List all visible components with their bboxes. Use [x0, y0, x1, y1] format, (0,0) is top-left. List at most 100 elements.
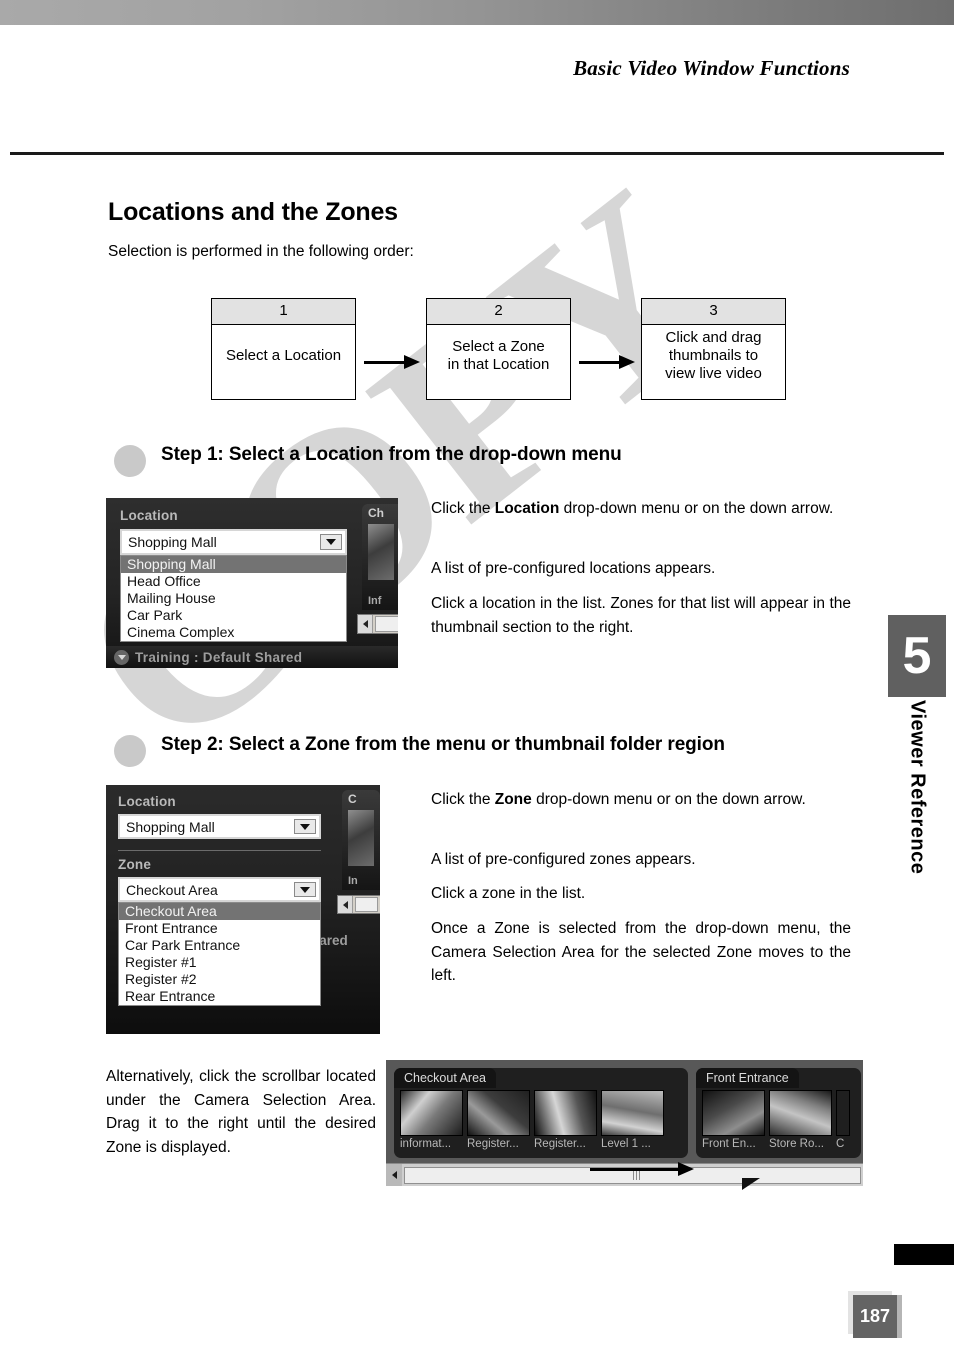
camera-name: Register... — [467, 1138, 519, 1150]
camera-thumbnail[interactable] — [348, 810, 374, 866]
zone-folder-front-entrance[interactable]: Front Entrance Front En... Store Ro... C — [696, 1068, 861, 1158]
flow-box-3-number: 3 — [642, 299, 785, 325]
location-combobox[interactable]: Shopping Mall — [120, 529, 347, 555]
selection-order-flow-diagram: 1 Select a Location 2 Select a Zone in th… — [211, 298, 786, 402]
camera-thumbnail-image[interactable] — [702, 1090, 765, 1136]
zone-option-1[interactable]: Front Entrance — [119, 920, 320, 937]
camera-selection-panel: Ch Inf — [362, 504, 398, 610]
scrollbar-thumb[interactable] — [355, 897, 378, 912]
section-divider — [118, 850, 321, 851]
flow-box-3: 3 Click and drag thumbnails to view live v… — [641, 298, 786, 400]
zone-option-0[interactable]: Checkout Area — [119, 903, 320, 920]
camera-thumbnail-image[interactable] — [467, 1090, 530, 1136]
page-number: 187 — [853, 1295, 897, 1338]
step2-p1-pre: Click the — [431, 791, 495, 808]
location-option-2[interactable]: Mailing House — [121, 590, 346, 607]
step1-p1-post: drop-down menu or on the down arrow. — [559, 500, 834, 517]
step1-paragraph-1: Click the Location drop-down menu or on … — [431, 497, 851, 521]
location-option-3[interactable]: Car Park — [121, 607, 346, 624]
camera-item[interactable]: Front En... — [702, 1090, 765, 1152]
chapter-number-tab: 5 — [888, 615, 946, 697]
flow-box-1: 1 Select a Location — [211, 298, 356, 400]
camera-name: Front En... — [702, 1138, 756, 1150]
camera-item[interactable]: Level 1 ... — [601, 1090, 664, 1152]
drag-direction-arrow — [590, 1162, 700, 1176]
zone-option-2[interactable]: Car Park Entrance — [119, 937, 320, 954]
location-combobox-2-value: Shopping Mall — [126, 818, 215, 835]
camera-item[interactable]: Store Ro... — [769, 1090, 832, 1152]
chevron-down-icon[interactable] — [294, 819, 316, 834]
zone-option-5[interactable]: Rear Entrance — [119, 988, 320, 1005]
camera-thumbnail-list: informat... Register... Register... Leve… — [400, 1090, 668, 1152]
scroll-left-icon[interactable] — [358, 615, 373, 633]
status-bar-text: Training : Default Shared — [135, 649, 303, 665]
zone-folder-tab-label[interactable]: Front Entrance — [696, 1068, 799, 1088]
chevron-down-icon[interactable] — [294, 882, 316, 897]
camera-panel-caption: Ch — [368, 506, 384, 520]
step2-title: Step 2: Select a Zone from the menu or t… — [161, 734, 725, 755]
camera-horizontal-scrollbar-2[interactable] — [337, 895, 380, 914]
camera-thumbnail-image[interactable] — [400, 1090, 463, 1136]
location-field-label-2: Location — [118, 794, 176, 809]
camera-selection-panel-2: C In — [342, 790, 380, 890]
step2-screenshot: Location Shopping Mall Zone Checkout Are… — [106, 785, 380, 1034]
camera-item[interactable]: informat... — [400, 1090, 463, 1152]
camera-panel-caption: C — [348, 792, 357, 806]
camera-item[interactable]: Register... — [534, 1090, 597, 1152]
flow-arrow-2 — [571, 298, 641, 402]
location-option-1[interactable]: Head Office — [121, 573, 346, 590]
collapse-icon[interactable] — [114, 649, 129, 665]
camera-thumbnail[interactable] — [368, 524, 394, 580]
scroll-left-icon[interactable] — [338, 896, 353, 913]
location-option-0[interactable]: Shopping Mall — [121, 556, 346, 573]
flow-box-2-number: 2 — [427, 299, 570, 325]
camera-name: Level 1 ... — [601, 1138, 651, 1150]
intro-paragraph: Selection is performed in the following … — [108, 243, 414, 260]
zone-combobox-value: Checkout Area — [126, 881, 218, 898]
camera-panel-caption-2: In — [348, 875, 358, 887]
step2-p1-post: drop-down menu or on the down arrow. — [531, 791, 806, 808]
step2-bullet-icon — [114, 735, 146, 767]
step1-paragraph-2: A list of pre-configured locations appea… — [431, 560, 716, 577]
step1-title: Step 1: Select a Location from the drop-… — [161, 444, 622, 465]
camera-name: Store Ro... — [769, 1138, 824, 1150]
location-combobox-value: Shopping Mall — [128, 534, 217, 550]
bottom-black-mark — [894, 1244, 954, 1265]
step2-paragraph-3: Click a zone in the list. — [431, 885, 586, 902]
location-dropdown-list[interactable]: Shopping Mall Head Office Mailing House … — [120, 555, 347, 642]
location-option-4[interactable]: Cinema Complex — [121, 624, 346, 641]
step1-screenshot: Location Shopping Mall Shopping Mall Hea… — [106, 498, 398, 668]
flow-box-2-text: Select a Zone in that Location — [447, 337, 550, 374]
camera-thumbnail-image[interactable] — [836, 1090, 850, 1136]
flow-box-2: 2 Select a Zone in that Location — [426, 298, 571, 400]
location-field-label: Location — [120, 508, 178, 523]
flow-box-3-text: Click and drag thumbnails to view live vid… — [665, 328, 762, 383]
chapter-label-text: Viewer Reference — [906, 700, 929, 875]
scroll-left-icon[interactable] — [386, 1164, 402, 1186]
zone-combobox[interactable]: Checkout Area — [118, 877, 321, 902]
step2-paragraph-4: Once a Zone is selected from the drop-do… — [431, 920, 851, 985]
camera-item[interactable]: C — [836, 1090, 850, 1152]
zone-option-3[interactable]: Register #1 — [119, 954, 320, 971]
location-combobox-2[interactable]: Shopping Mall — [118, 814, 321, 839]
camera-horizontal-scrollbar[interactable] — [357, 614, 398, 634]
chevron-down-icon[interactable] — [320, 534, 342, 550]
drag-arrow-tail — [742, 1178, 760, 1190]
zone-folder-tab-label[interactable]: Checkout Area — [394, 1068, 496, 1088]
camera-thumbnail-image[interactable] — [601, 1090, 664, 1136]
camera-thumbnail-image[interactable] — [769, 1090, 832, 1136]
step1-bullet-icon — [114, 445, 146, 477]
camera-item[interactable]: Register... — [467, 1090, 530, 1152]
scrollbar-thumb[interactable] — [375, 616, 398, 632]
camera-panel-caption-2: Inf — [368, 595, 382, 607]
step1-p1-bold: Location — [494, 500, 560, 517]
zone-option-4[interactable]: Register #2 — [119, 971, 320, 988]
step2-paragraph-2: A list of pre-configured zones appears. — [431, 851, 696, 868]
camera-thumbnail-image[interactable] — [534, 1090, 597, 1136]
zone-field-label: Zone — [118, 857, 152, 872]
camera-name: Register... — [534, 1138, 586, 1150]
chapter-label: Viewer Reference — [888, 700, 946, 930]
zone-folder-checkout-area[interactable]: Checkout Area informat... Register... Re… — [394, 1068, 688, 1158]
camera-name: informat... — [400, 1138, 452, 1150]
zone-dropdown-list[interactable]: Checkout Area Front Entrance Car Park En… — [118, 902, 321, 1006]
